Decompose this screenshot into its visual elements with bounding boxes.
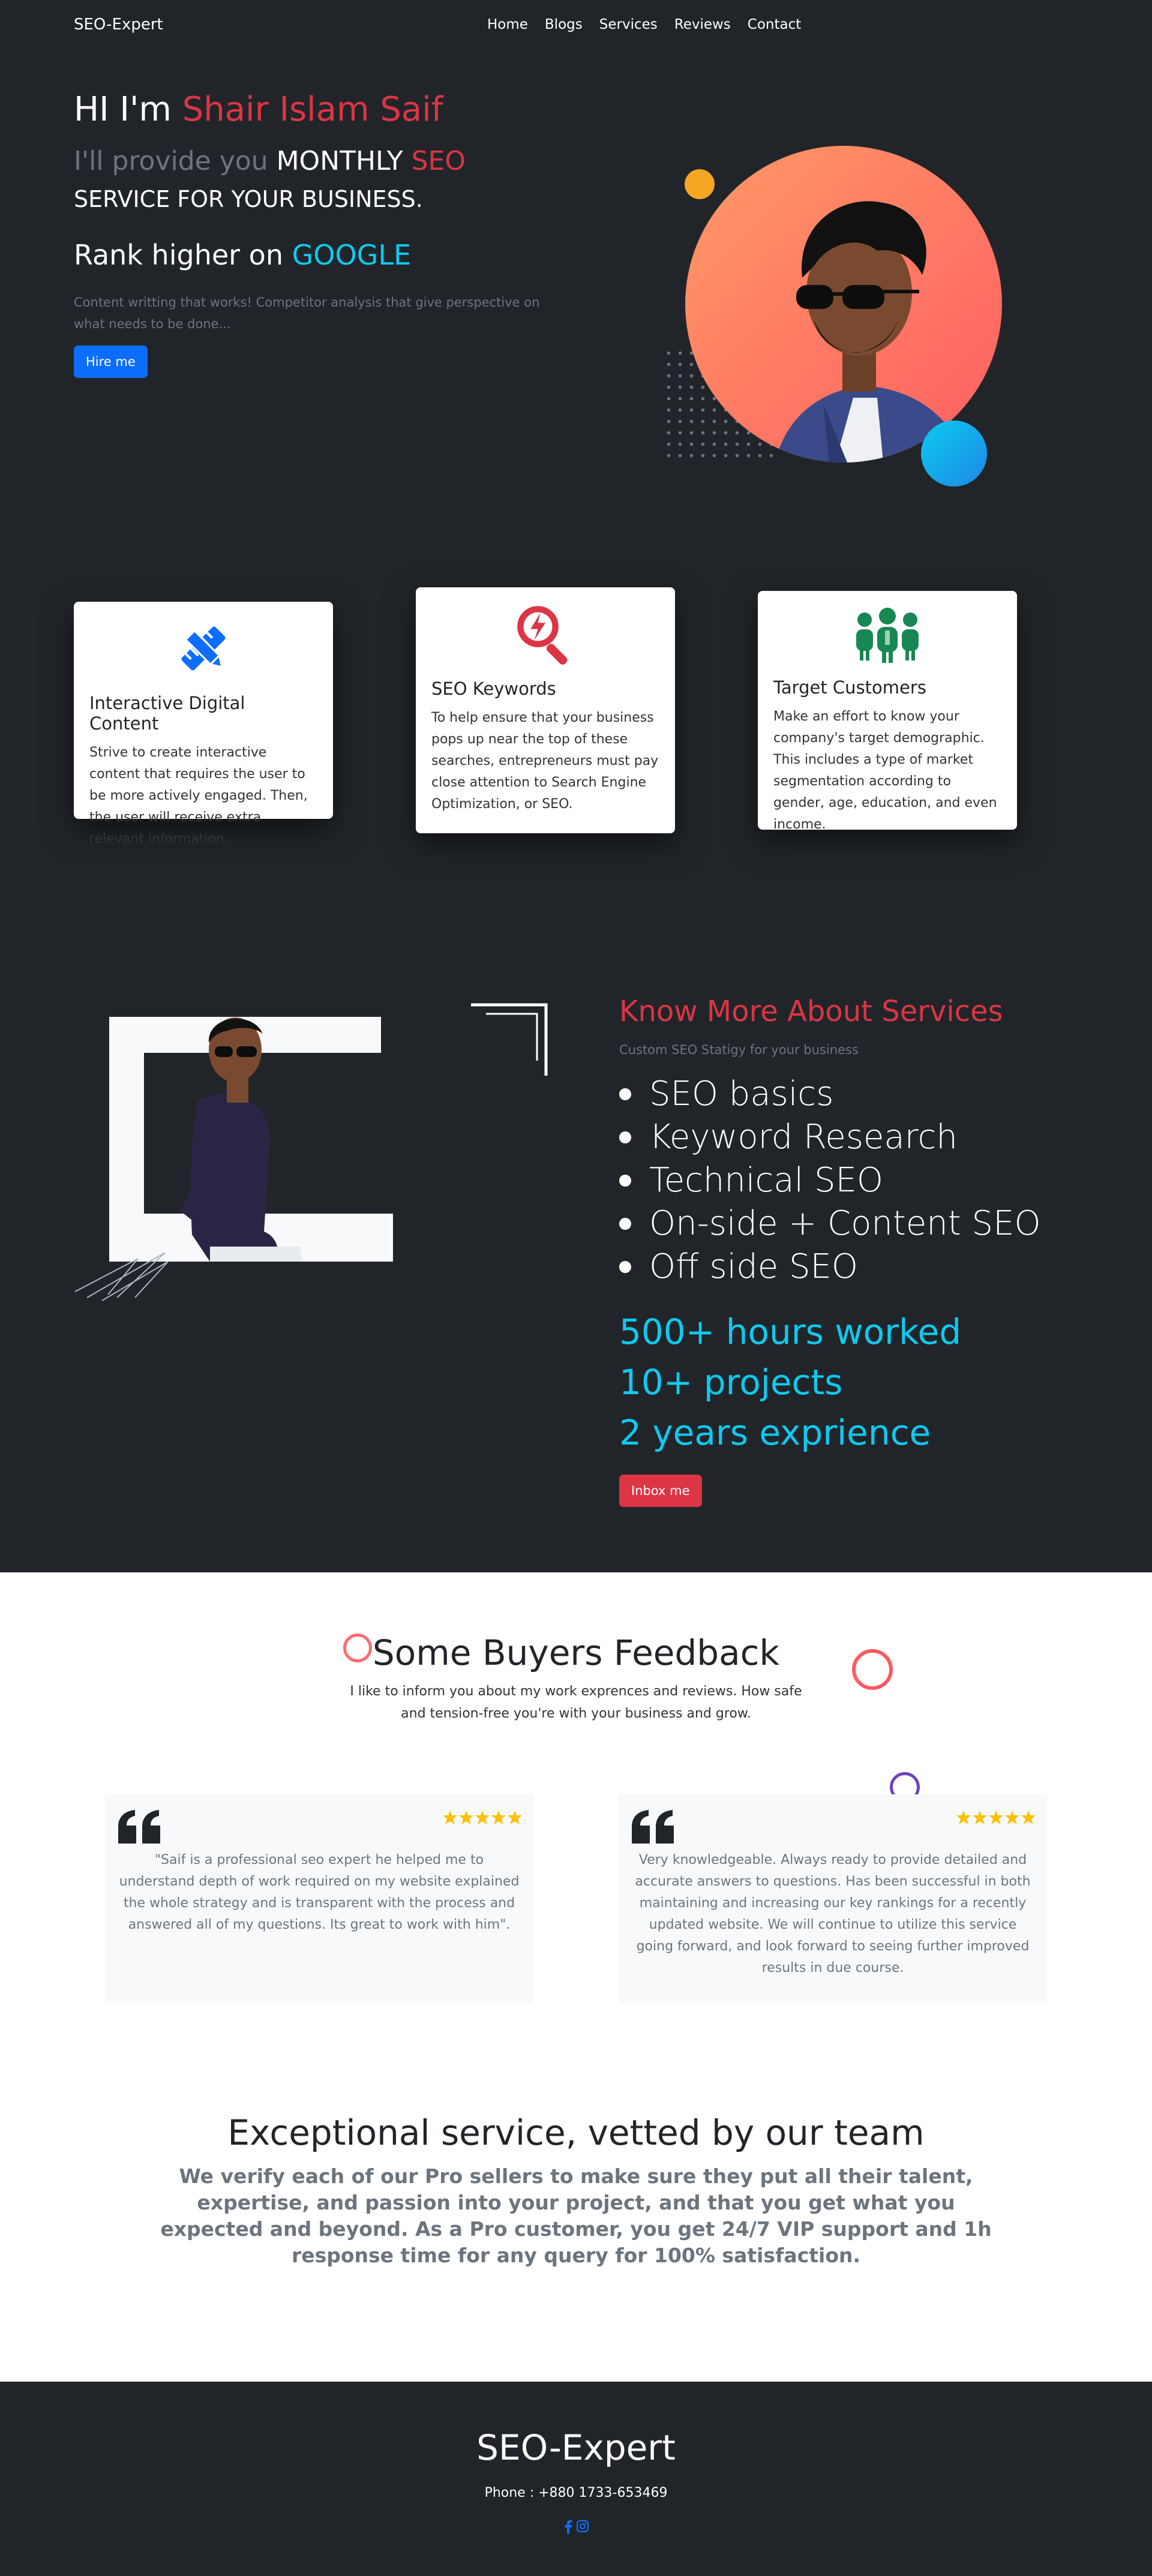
feature-card-customers: Target Customers Make an effort to know … (758, 591, 1017, 832)
nav-link-services[interactable]: Services (599, 17, 658, 32)
people-group-icon (773, 607, 1001, 664)
feedback-section: Some Buyers Feedback I like to inform yo… (0, 1572, 1152, 2382)
rank-prefix: Rank higher on (74, 239, 283, 271)
yellow-ball-decoration (685, 169, 715, 199)
inbox-me-button[interactable]: Inbox me (619, 1475, 702, 1507)
pencil-ruler-icon (89, 617, 317, 680)
facebook-icon[interactable] (563, 2520, 574, 2534)
exceptional-text: We verify each of our Pro sellers to mak… (160, 2164, 992, 2267)
services-photo-group (72, 995, 588, 1349)
hero-name: Shair Islam Saif (182, 90, 443, 129)
stats-block: 500+ hours worked 10+ projects 2 years e… (619, 1307, 961, 1458)
feedback-title: Some Buyers Feedback (372, 1632, 780, 1673)
list-item: Technical SEO (619, 1159, 1041, 1202)
services-section: Know More About Services Custom SEO Stat… (0, 923, 1152, 1572)
nav-links: Home Blogs Services Reviews Contact (487, 17, 801, 32)
review-card: Very knowledgeable. Always ready to prov… (619, 1794, 1047, 2003)
footer-brand: SEO-Expert (476, 2427, 676, 2468)
quote-icon (118, 1810, 160, 1844)
hire-me-button[interactable]: Hire me (74, 346, 148, 378)
stat-projects: 10+ projects (619, 1362, 843, 1403)
card-text: Make an effort to know your company's ta… (773, 709, 997, 832)
social-links (0, 2520, 1152, 2534)
instagram-icon[interactable] (576, 2520, 589, 2533)
nav-link-contact[interactable]: Contact (748, 17, 801, 32)
list-item: On-side + Content SEO (619, 1202, 1041, 1245)
review-card: "Saif is a professional seo expert he he… (105, 1794, 533, 2003)
provide-monthly: MONTHLY (276, 146, 403, 176)
blue-ball-decoration (921, 421, 987, 487)
hero-provide-line: I'll provide you MONTHLY SEO (74, 146, 466, 176)
portrait-illustration (775, 201, 967, 463)
services-title: Know More About Services (619, 995, 1003, 1028)
card-text: To help ensure that your business pops u… (431, 710, 659, 812)
card-title: SEO Keywords (431, 678, 556, 699)
hero-photo-group (663, 110, 1002, 494)
footer: SEO-Expert Phone : +880 1733-653469 (0, 2382, 1152, 2576)
provide-seo: SEO (411, 146, 466, 176)
hero-greeting: HI I'm (74, 90, 172, 129)
star-rating (956, 1810, 1036, 1826)
hero-section: HI I'm Shair Islam Saif I'll provide you… (0, 53, 1152, 521)
card-title: Interactive Digital Content (89, 693, 245, 734)
review-text: "Saif is a professional seo expert he he… (119, 1853, 520, 1932)
stat-hours: 500+ hours worked (619, 1311, 962, 1352)
list-item: Keyword Research (619, 1116, 1041, 1159)
features-section: Interactive Digital Content Strive to cr… (0, 521, 1152, 923)
hero-service-line: SERVICE FOR YOUR BUSINESS. (74, 186, 423, 212)
provide-prefix: I'll provide you (74, 146, 268, 176)
hero-portrait (685, 146, 1002, 463)
services-list: SEO basics Keyword Research Technical SE… (619, 1073, 1041, 1289)
list-item: Off side SEO (619, 1245, 1041, 1289)
list-item: SEO basics (619, 1073, 1041, 1116)
hero-rank-line: Rank higher on GOOGLE (74, 239, 411, 271)
nav-link-blogs[interactable]: Blogs (545, 17, 583, 32)
services-illustration (74, 1003, 548, 1301)
brand-logo[interactable]: SEO-Expert (74, 16, 163, 34)
feature-card-keywords: SEO Keywords To help ensure that your bu… (416, 587, 675, 833)
card-text: Strive to create interactive content tha… (89, 745, 308, 846)
footer-phone: Phone : +880 1733-653469 (484, 2485, 668, 2500)
card-title: Target Customers (773, 677, 926, 698)
stat-experience: 2 years exprience (619, 1412, 931, 1453)
nav-link-home[interactable]: Home (487, 17, 528, 32)
exceptional-title: Exceptional service, vetted by our team (227, 2112, 925, 2153)
quote-icon (632, 1810, 674, 1844)
feature-card-content: Interactive Digital Content Strive to cr… (74, 602, 333, 846)
nav-link-reviews[interactable]: Reviews (674, 17, 731, 32)
services-subtitle: Custom SEO Statigy for your business (619, 1043, 859, 1057)
star-rating (442, 1810, 523, 1826)
review-text: Very knowledgeable. Always ready to prov… (635, 1853, 1031, 1975)
search-bolt-icon (431, 603, 659, 665)
navbar: SEO-Expert Home Blogs Services Reviews C… (0, 0, 1152, 53)
rank-google: GOOGLE (292, 239, 412, 271)
hero-description: Content writting that works! Competitor … (74, 295, 540, 331)
hero-heading: HI I'm Shair Islam Saif (74, 90, 443, 129)
feedback-subtitle: I like to inform you about my work expre… (350, 1684, 802, 1721)
